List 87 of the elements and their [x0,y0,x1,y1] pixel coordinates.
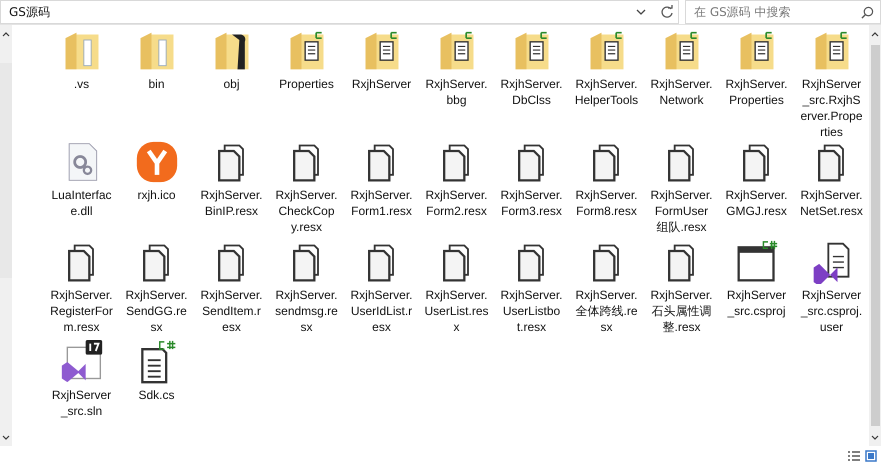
file-item[interactable]: LuaInterface.dll [44,140,119,240]
file-name: RxjhServer.SendGG.resx [124,287,188,335]
file-name: obj [222,76,240,92]
file-name: RxjhServer.UserList.resx [424,287,488,335]
file-item[interactable]: RxjhServer_src.csproj.user [794,240,869,340]
file-name: RxjhServer.UserIdList.resx [350,287,414,335]
file-name: RxjhServer_src.csproj [726,287,788,319]
file-name: RxjhServer.全体跨线.resx [574,287,638,335]
file-name: LuaInterface.dll [50,187,113,219]
scroll-up-icon[interactable] [871,32,879,36]
file-name: RxjhServer.CheckCopy.resx [274,187,338,235]
file-name: bin [147,76,166,92]
window-icon [60,340,104,384]
file-item[interactable]: RxjhServer.Network [644,29,719,140]
details-view-icon[interactable] [847,450,861,462]
file-item[interactable]: RxjhServer.全体跨线.resx [569,240,644,340]
file-name: RxjhServer_src.csproj.user [800,287,864,335]
refresh-icon[interactable] [660,5,674,19]
file-name: RxjhServer.Form3.resx [500,187,564,219]
file-item[interactable]: RxjhServer.NetSet.resx [794,140,869,240]
file-name: RxjhServer.UserListbot.resx [500,287,564,335]
file-name: RxjhServer.Form8.resx [574,187,638,219]
search-field[interactable]: 在 GS源码 中搜索 [685,0,881,24]
file-item[interactable]: rxjh.ico [119,140,194,240]
file-item[interactable]: RxjhServer.GMGJ.resx [719,140,794,240]
file-name: RxjhServer.石头属性调整.resx [650,287,714,335]
scroll-down-icon[interactable] [2,434,10,440]
file-item[interactable]: RxjhServer.UserIdList.resx [344,240,419,340]
file-item[interactable]: RxjhServer.Form3.resx [494,140,569,240]
file-name: RxjhServer.FormUser组队.resx [650,187,714,235]
file-item[interactable]: bin [119,29,194,140]
scroll-up-icon[interactable] [2,32,10,36]
file-item[interactable]: RxjhServer.Form2.resx [419,140,494,240]
file-item[interactable]: RxjhServer.SendGG.resx [119,240,194,340]
file-item[interactable]: RxjhServer.bbg [419,29,494,140]
file-name: RxjhServer.Properties [724,76,788,108]
file-item[interactable]: RxjhServer.UserListbot.resx [494,240,569,340]
file-name: RxjhServer.NetSet.resx [800,187,864,219]
file-item[interactable]: RxjhServer [344,29,419,140]
address-bar[interactable]: GS源码 [0,0,679,24]
file-item[interactable]: RxjhServer.CheckCopy.resx [269,140,344,240]
window-icon [734,240,778,284]
file-name: RxjhServer.DbClss [500,76,564,108]
file-name: RxjhServer.SendItem.resx [200,287,264,335]
file-item[interactable]: RxjhServer.RegisterForm.resx [44,240,119,340]
file-name: RxjhServer [350,76,412,92]
file-name: RxjhServer.RegisterForm.resx [50,287,114,335]
file-name: RxjhServer.Form1.resx [350,187,414,219]
file-item[interactable]: RxjhServer.Form8.resx [569,140,644,240]
file-name: RxjhServer.HelperTools [574,76,638,108]
file-item[interactable]: RxjhServer_src.sln [44,340,119,440]
file-name: RxjhServer.Network [650,76,714,108]
file-item[interactable]: RxjhServer_src.csproj [719,240,794,340]
file-item[interactable]: .vs [44,29,119,140]
search-icon[interactable] [861,6,874,19]
caret-icon[interactable] [636,9,646,15]
file-name: RxjhServer.sendmsg.resx [274,287,338,335]
file-name: RxjhServer_src.RxjhServer.Properties [800,76,864,140]
scrollbar[interactable] [869,25,881,446]
file-item[interactable]: RxjhServer_src.RxjhServer.Properties [794,29,869,140]
file-name: Sdk.cs [137,387,176,403]
file-name: RxjhServer.bbg [424,76,488,108]
file-name: RxjhServer.GMGJ.resx [724,187,788,219]
file-item[interactable]: Sdk.cs [119,340,194,440]
file-item[interactable]: RxjhServer.Form1.resx [344,140,419,240]
file-name: Properties [278,76,335,92]
file-name: RxjhServer.BinIP.resx [200,187,264,219]
file-item[interactable]: RxjhServer.DbClss [494,29,569,140]
file-item[interactable]: Properties [269,29,344,140]
letter-icon [134,140,178,184]
file-item[interactable]: obj [194,29,269,140]
file-item[interactable]: RxjhServer.HelperTools [569,29,644,140]
scroll-down-icon[interactable] [871,434,879,440]
file-item[interactable]: RxjhServer.Properties [719,29,794,140]
file-name: RxjhServer_src.sln [50,387,112,419]
file-item[interactable]: RxjhServer.FormUser组队.resx [644,140,719,240]
file-item[interactable]: RxjhServer.SendItem.resx [194,240,269,340]
file-name: rxjh.ico [136,187,176,203]
file-name: .vs [72,76,90,92]
file-item[interactable]: RxjhServer.石头属性调整.resx [644,240,719,340]
address-path: GS源码 [9,4,51,20]
file-item[interactable]: RxjhServer.BinIP.resx [194,140,269,240]
file-item[interactable]: RxjhServer.UserList.resx [419,240,494,340]
file-name: RxjhServer.Form2.resx [424,187,488,219]
large-icons-view-icon[interactable] [865,450,877,462]
file-item[interactable]: RxjhServer.sendmsg.resx [269,240,344,340]
scrollbar[interactable] [0,25,12,446]
